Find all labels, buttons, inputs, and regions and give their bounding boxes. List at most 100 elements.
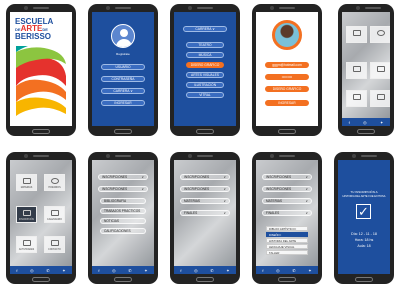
instagram-icon[interactable]: ◎ bbox=[30, 268, 34, 273]
twitter-icon[interactable]: ✦ bbox=[380, 120, 383, 125]
menu-item-4[interactable]: FINALES ∨ bbox=[180, 210, 230, 216]
image-icon bbox=[23, 240, 31, 246]
tile-1[interactable] bbox=[346, 26, 367, 43]
instagram-icon[interactable]: ◎ bbox=[194, 268, 198, 273]
whatsapp-icon[interactable]: ✆ bbox=[292, 268, 295, 273]
avatar-icon bbox=[111, 24, 135, 48]
speaker bbox=[115, 7, 131, 9]
menu-item-6[interactable]: CALIFICACIONES bbox=[100, 228, 146, 234]
home-button[interactable] bbox=[278, 277, 296, 282]
camera bbox=[106, 154, 110, 158]
social-bar: f ◎ ✆ ✦ bbox=[174, 266, 236, 274]
sub-item-5[interactable]: TALLER bbox=[266, 250, 308, 255]
menu-item-label: INSCRIPCIONES bbox=[266, 175, 292, 179]
tile-inscripcion[interactable]: INSCRIPCIÓN bbox=[16, 206, 37, 223]
career-option-2[interactable]: MÚSICA bbox=[186, 52, 224, 58]
menu-item-4[interactable]: TRABAJOS PRÁCTICOS bbox=[100, 208, 146, 214]
camera bbox=[188, 154, 192, 158]
submit-button[interactable]: INGRESAR bbox=[265, 100, 309, 106]
career-option-5[interactable]: ILUSTRACIÓN bbox=[186, 82, 224, 88]
menu-item-label: NOTICIAS bbox=[104, 219, 120, 223]
home-button[interactable] bbox=[32, 277, 50, 282]
facebook-icon[interactable]: f bbox=[16, 268, 17, 273]
instagram-icon[interactable]: ◎ bbox=[112, 268, 116, 273]
home-button[interactable] bbox=[355, 277, 373, 282]
twitter-icon[interactable]: ✦ bbox=[308, 268, 311, 273]
username-field[interactable]: USUARIO bbox=[101, 64, 145, 70]
twitter-icon[interactable]: ✦ bbox=[62, 268, 65, 273]
facebook-icon[interactable]: f bbox=[349, 120, 350, 125]
menu-item-2[interactable]: INSCRIPCIONES ∨ bbox=[98, 186, 148, 192]
camera bbox=[356, 6, 360, 10]
home-button[interactable] bbox=[357, 129, 375, 134]
menu-item-2[interactable]: INSCRIPCIONES ∨ bbox=[180, 186, 230, 192]
career-dropdown[interactable]: CARRERA ∨ bbox=[183, 26, 227, 32]
twitter-icon[interactable]: ✦ bbox=[226, 268, 229, 273]
home-button[interactable] bbox=[196, 129, 214, 134]
career-option-3[interactable]: DISEÑO GRÁFICO bbox=[186, 62, 224, 68]
speaker bbox=[361, 155, 377, 157]
chevron-down-icon: ∨ bbox=[223, 199, 226, 203]
password-field[interactable]: ••••••••• bbox=[265, 74, 309, 80]
menu-item-5[interactable]: NOTICIAS bbox=[100, 218, 146, 224]
facebook-icon[interactable]: f bbox=[262, 268, 263, 273]
phone-grid: MATERIAS HORARIOS INSCRIPCIÓN CALENDARIO… bbox=[6, 152, 76, 284]
instagram-icon[interactable]: ◎ bbox=[276, 268, 280, 273]
menu-item-label: MATERIAS bbox=[184, 199, 201, 203]
whatsapp-icon[interactable]: ✆ bbox=[210, 268, 213, 273]
menu-item-4[interactable]: FINALES ∨ bbox=[262, 210, 312, 216]
menu-item-1[interactable]: INSCRIPCIONES ∨ bbox=[262, 174, 312, 180]
career-option-1[interactable]: TEATRO bbox=[186, 42, 224, 48]
career-select[interactable]: CARRERA ∨ bbox=[101, 88, 145, 94]
home-button[interactable] bbox=[278, 129, 296, 134]
tile-actividades[interactable]: ACTIVIDADES bbox=[16, 236, 37, 253]
pencil-icon bbox=[23, 210, 31, 216]
email-field[interactable]: gggrn@hotmail.com bbox=[265, 62, 309, 68]
career-field[interactable]: DISEÑO GRÁFICO bbox=[265, 86, 309, 92]
sub-item-2[interactable]: DISEÑO I bbox=[266, 232, 308, 237]
sub-item-4[interactable]: LENGUAJE VISUAL bbox=[266, 244, 308, 249]
instagram-icon[interactable]: ◎ bbox=[363, 120, 367, 125]
menu-item-3[interactable]: MATERIAS ∨ bbox=[262, 198, 312, 204]
menu-item-1[interactable]: INSCRIPCIONES ∨ bbox=[98, 174, 148, 180]
home-button[interactable] bbox=[114, 277, 132, 282]
menu-item-2[interactable]: INSCRIPCIONES ∨ bbox=[262, 186, 312, 192]
whatsapp-icon[interactable]: ✆ bbox=[128, 268, 131, 273]
tile-2[interactable] bbox=[370, 26, 390, 43]
phone-careers: CARRERA ∨ TEATRO MÚSICA DISEÑO GRÁFICO A… bbox=[170, 4, 240, 136]
tile-materias[interactable]: MATERIAS bbox=[16, 174, 37, 191]
tile-6[interactable] bbox=[370, 90, 390, 107]
sub-item-1[interactable]: DIBUJO ARTÍSTICO I bbox=[266, 226, 308, 231]
checkbox-icon: ✓ bbox=[356, 204, 371, 219]
sub-item-3[interactable]: HISTORIA DEL ARTE bbox=[266, 238, 308, 243]
confirm-screen: TU INSCRIPCIÓN A HISTORIA DEL ARTE FUE E… bbox=[338, 160, 390, 274]
tile-contacto[interactable]: CONTACTO bbox=[44, 236, 65, 253]
twitter-icon[interactable]: ✦ bbox=[144, 268, 147, 273]
home-button[interactable] bbox=[196, 277, 214, 282]
phone-grid-top: f ◎ ✦ bbox=[338, 4, 394, 136]
confirm-time: Hora: 18 hs bbox=[354, 238, 374, 242]
password-field[interactable]: CONTRASEÑA bbox=[101, 76, 145, 82]
menu-item-3[interactable]: BIBLIOGRAFÍA bbox=[100, 198, 146, 204]
career-option-6[interactable]: VITRAL bbox=[186, 92, 224, 98]
menu-item-3[interactable]: MATERIAS ∨ bbox=[180, 198, 230, 204]
menu-item-1[interactable]: INSCRIPCIONES ∨ bbox=[180, 174, 230, 180]
whatsapp-icon[interactable]: ✆ bbox=[46, 268, 49, 273]
tile-4[interactable] bbox=[370, 62, 390, 79]
facebook-icon[interactable]: f bbox=[180, 268, 181, 273]
tile-calendario[interactable]: CALENDARIO bbox=[44, 206, 65, 223]
career-option-4[interactable]: ARTES VISUALES bbox=[186, 72, 224, 78]
tile-3[interactable] bbox=[346, 62, 367, 79]
home-button[interactable] bbox=[32, 129, 50, 134]
tile-5[interactable] bbox=[346, 90, 367, 107]
tile-label: INSCRIPCIÓN bbox=[18, 219, 35, 221]
tile-label: CALENDARIO bbox=[47, 219, 62, 221]
home-button[interactable] bbox=[114, 129, 132, 134]
facebook-icon[interactable]: f bbox=[98, 268, 99, 273]
tile-horarios[interactable]: HORARIOS bbox=[44, 174, 65, 191]
grid-screen: f ◎ ✦ bbox=[342, 12, 390, 126]
logo-waves bbox=[16, 46, 66, 116]
menu-screen: INSCRIPCIONES ∨ INSCRIPCIONES ∨ BIBLIOGRAF… bbox=[92, 160, 154, 274]
login-button[interactable]: INGRESAR bbox=[101, 100, 145, 106]
speaker bbox=[197, 155, 213, 157]
